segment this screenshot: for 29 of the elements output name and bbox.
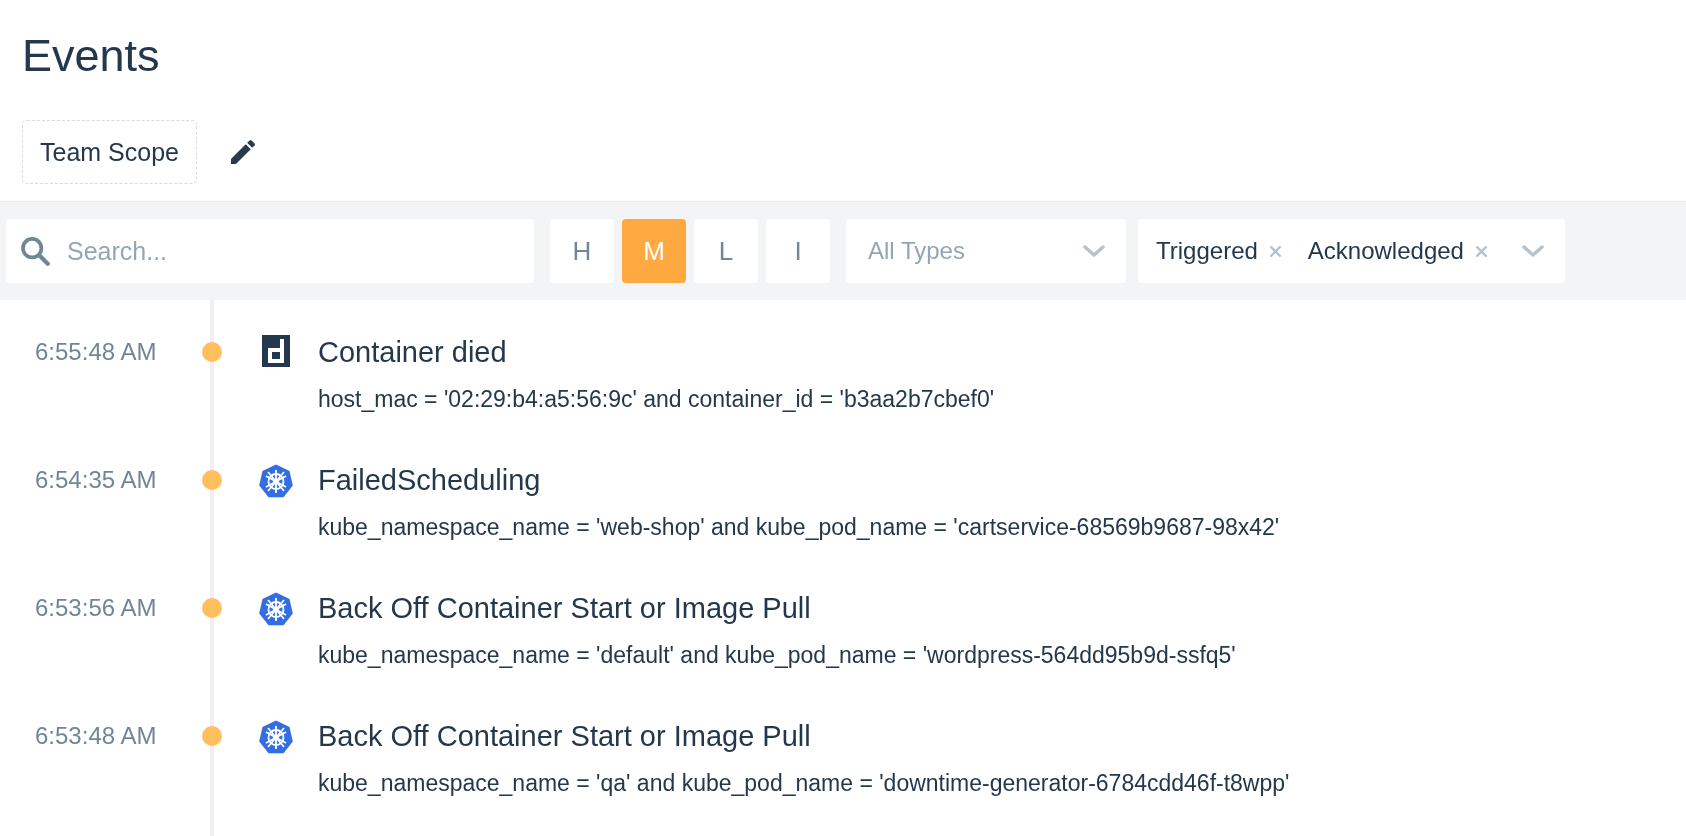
- event-time: 6:55:48 AM: [34, 337, 158, 367]
- remove-icon[interactable]: [1268, 244, 1282, 258]
- event-title[interactable]: Back Off Container Start or Image Pull: [318, 716, 1290, 756]
- severity-filter-button[interactable]: I: [766, 219, 830, 283]
- container-icon: [262, 335, 290, 367]
- event-time: 6:54:35 AM: [34, 465, 158, 495]
- page-title: Events: [22, 29, 161, 83]
- status-label: Triggered: [1156, 237, 1258, 265]
- helm-wheel-icon: [258, 463, 294, 499]
- chevron-down-icon: [1082, 244, 1106, 258]
- status-label: Acknowledged: [1307, 237, 1464, 265]
- helm-wheel-icon: [258, 719, 294, 755]
- status-dropdown[interactable]: Triggered Acknowledged: [1138, 219, 1565, 283]
- severity-filter-button[interactable]: L: [694, 219, 758, 283]
- team-scope-selector[interactable]: Team Scope: [22, 120, 197, 184]
- event-scope: kube_namespace_name = 'default' and kube_pod_name = 'wordpress-564dd95b9d-ssfq5': [318, 642, 1236, 669]
- search-field[interactable]: Search...: [6, 219, 534, 283]
- remove-icon[interactable]: [1474, 244, 1488, 258]
- event-time: 6:53:48 AM: [34, 721, 158, 751]
- event-scope: host_mac = '02:29:b4:a5:56:9c' and container_id = 'b3aa2b7cbef0': [318, 386, 995, 413]
- event-time: 6:53:56 AM: [34, 593, 158, 623]
- event-title[interactable]: Container died: [318, 332, 995, 372]
- event-title[interactable]: Back Off Container Start or Image Pull: [318, 588, 1236, 628]
- event-scope: kube_namespace_name = 'qa' and kube_pod_name = 'downtime-generator-6784cdd46f-t8wpp': [318, 770, 1290, 797]
- event-title[interactable]: FailedScheduling: [318, 460, 1280, 500]
- chevron-down-icon: [1521, 244, 1545, 258]
- helm-wheel-icon: [258, 591, 294, 627]
- severity-filter-button[interactable]: H: [550, 219, 614, 283]
- event-scope: kube_namespace_name = 'web-shop' and kube_pod_name = 'cartservice-68569b9687-98x42': [318, 514, 1280, 541]
